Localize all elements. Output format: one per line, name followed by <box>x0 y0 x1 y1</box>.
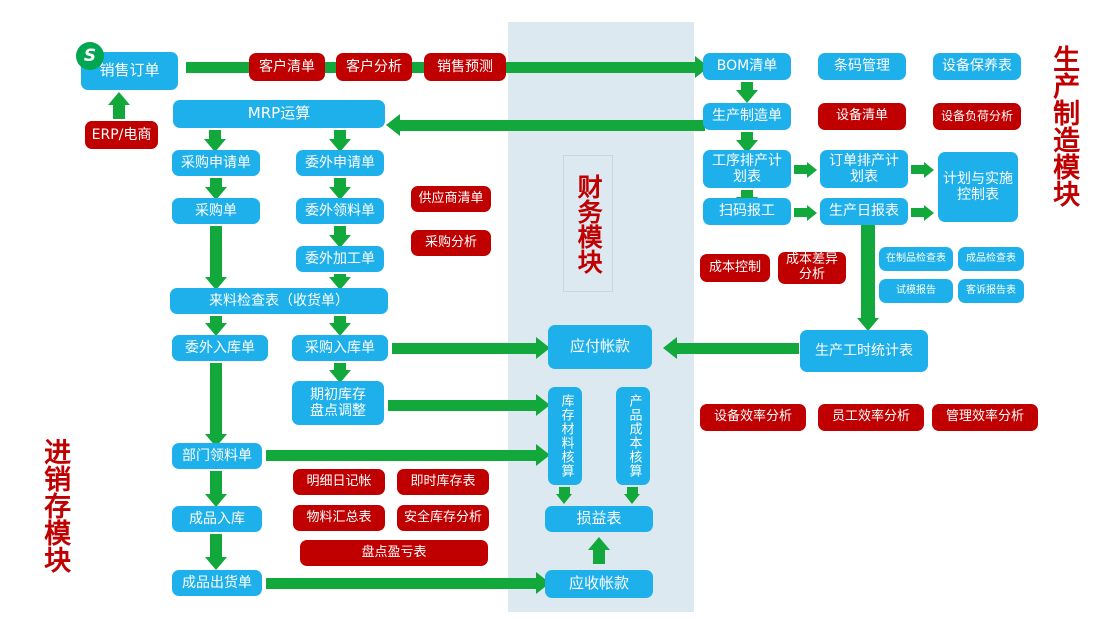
node-product-cost-accounting[interactable]: 产品成本核算 <box>616 387 650 485</box>
connector-bom-production-arrow <box>736 90 758 103</box>
node-supplier-list[interactable]: 供应商清单 <box>411 186 491 212</box>
node-plan-control-label: 计划与实施 控制表 <box>943 170 1013 203</box>
node-wip-inspection[interactable]: 在制品检查表 <box>879 247 953 271</box>
connector-fgin-fgout-arrow <box>205 557 227 570</box>
connector-process-order-arrow <box>807 162 817 178</box>
node-plan-control[interactable]: 计划与实施 控制表 <box>938 152 1018 222</box>
node-sales-forecast[interactable]: 销售预测 <box>424 53 506 81</box>
module-label-left: 进销存模块 <box>39 437 71 573</box>
node-detail-journal[interactable]: 明细日记帐 <box>293 469 385 495</box>
connector-ar-income-bar <box>593 548 605 564</box>
node-customer-list[interactable]: 客户清单 <box>249 53 325 81</box>
node-equipment-load-analysis[interactable]: 设备负荷分析 <box>933 103 1021 130</box>
node-bom-list[interactable]: BOM清单 <box>703 53 791 80</box>
node-scan-report[interactable]: 扫码报工 <box>703 198 791 225</box>
node-daily-production-report[interactable]: 生产日报表 <box>820 198 908 225</box>
node-safety-stock-analysis[interactable]: 安全库存分析 <box>397 505 489 531</box>
connector-preceipt-ap-bar <box>392 343 540 354</box>
connector-erp-sales-bar <box>113 103 125 119</box>
connector-daily-plan-bar <box>911 208 925 217</box>
node-accounts-receivable[interactable]: 应收帐款 <box>545 570 653 598</box>
node-outsourcing-processing[interactable]: 委外加工单 <box>296 246 384 272</box>
connector-scan-daily-arrow <box>807 205 817 221</box>
node-income-statement[interactable]: 损益表 <box>545 506 653 532</box>
node-outsourcing-picking[interactable]: 委外领料单 <box>296 198 384 224</box>
node-opening-inventory-label: 期初库存 盘点调整 <box>310 386 366 419</box>
connector-plan-labor-bar <box>861 225 875 320</box>
node-equipment-efficiency[interactable]: 设备效率分析 <box>700 404 806 431</box>
node-trial-mold-report[interactable]: 试模报告 <box>879 279 953 303</box>
connector-erp-sales-arrow <box>108 92 130 105</box>
connector-po-inspection-bar <box>210 226 222 278</box>
connector-fgin-fgout-bar <box>210 534 222 558</box>
flowchart-canvas: 进销存模块 生产制造模块 财务模块 S 销售订单 ERP/电商 客户清单 客户分… <box>0 0 1100 619</box>
node-process-schedule[interactable]: 工序排产计 划表 <box>703 150 791 188</box>
node-erp-ecommerce[interactable]: ERP/电商 <box>85 121 158 149</box>
module-label-right: 生产制造模块 <box>1048 45 1080 207</box>
node-inventory-material-accounting[interactable]: 库存材料核算 <box>548 387 582 485</box>
node-stocktake-profit-loss[interactable]: 盘点盈亏表 <box>300 540 488 566</box>
connector-production-to-mrp-arrow <box>386 114 400 136</box>
node-cost-control[interactable]: 成本控制 <box>700 254 770 282</box>
node-equipment-list[interactable]: 设备清单 <box>818 103 906 130</box>
connector-fgout-ar-bar <box>266 578 540 589</box>
connector-oreceipt-dept-bar <box>210 363 222 435</box>
connector-ima-income-arrow <box>556 494 572 504</box>
node-finished-goods-out[interactable]: 成品出货单 <box>172 570 262 596</box>
node-order-schedule-label: 订单排产计 划表 <box>829 152 899 185</box>
node-finished-goods-in[interactable]: 成品入库 <box>172 506 262 532</box>
node-staff-efficiency[interactable]: 员工效率分析 <box>818 404 924 431</box>
node-outsourcing-request[interactable]: 委外申请单 <box>296 150 384 176</box>
node-barcode-management[interactable]: 条码管理 <box>818 53 906 80</box>
start-badge: S <box>76 42 104 70</box>
connector-labor-ap-bar <box>677 343 799 354</box>
connector-scan-daily-bar <box>794 208 808 217</box>
connector-order-plan-arrow <box>924 162 934 178</box>
node-cost-variance-analysis[interactable]: 成本差异 分析 <box>778 252 846 284</box>
node-realtime-inventory[interactable]: 即时库存表 <box>397 469 489 495</box>
node-purchase-order[interactable]: 采购单 <box>172 198 260 224</box>
node-purchase-analysis[interactable]: 采购分析 <box>411 230 491 256</box>
node-purchase-receipt[interactable]: 采购入库单 <box>292 335 388 361</box>
module-label-finance: 财务模块 <box>563 155 613 292</box>
node-opening-inventory[interactable]: 期初库存 盘点调整 <box>292 381 384 425</box>
node-labor-hour-statistics[interactable]: 生产工时统计表 <box>800 330 928 372</box>
node-department-requisition[interactable]: 部门领料单 <box>172 443 262 469</box>
node-mrp[interactable]: MRP运算 <box>173 100 385 128</box>
node-purchase-request[interactable]: 采购申请单 <box>172 150 260 176</box>
node-finished-inspection[interactable]: 成品检查表 <box>958 247 1024 271</box>
node-cost-variance-analysis-label: 成本差异 分析 <box>785 252 838 282</box>
connector-daily-plan-arrow <box>924 205 934 221</box>
node-material-summary[interactable]: 物料汇总表 <box>293 505 385 531</box>
connector-opening-finance-bar <box>388 400 540 411</box>
connector-process-order-bar <box>794 165 808 174</box>
node-production-order[interactable]: 生产制造单 <box>703 103 791 130</box>
node-equipment-maintenance[interactable]: 设备保养表 <box>933 53 1021 80</box>
connector-production-to-mrp-bar <box>400 120 705 131</box>
node-incoming-inspection[interactable]: 来料检查表（收货单） <box>170 288 388 314</box>
node-customer-analysis[interactable]: 客户分析 <box>336 53 412 81</box>
connector-labor-ap-arrow <box>663 337 677 359</box>
node-complaint-report[interactable]: 客诉报告表 <box>958 279 1024 303</box>
node-management-efficiency[interactable]: 管理效率分析 <box>932 404 1038 431</box>
connector-ar-income-arrow <box>588 537 610 550</box>
node-process-schedule-label: 工序排产计 划表 <box>712 152 782 185</box>
connector-order-plan-bar <box>911 165 925 174</box>
node-order-schedule[interactable]: 订单排产计 划表 <box>820 150 908 188</box>
connector-dept-fgin-bar <box>210 471 222 495</box>
connector-pca-income-arrow <box>624 494 640 504</box>
node-outsourcing-receipt[interactable]: 委外入库单 <box>172 335 268 361</box>
connector-dept-finance-bar <box>266 450 540 461</box>
node-accounts-payable[interactable]: 应付帐款 <box>548 325 652 369</box>
